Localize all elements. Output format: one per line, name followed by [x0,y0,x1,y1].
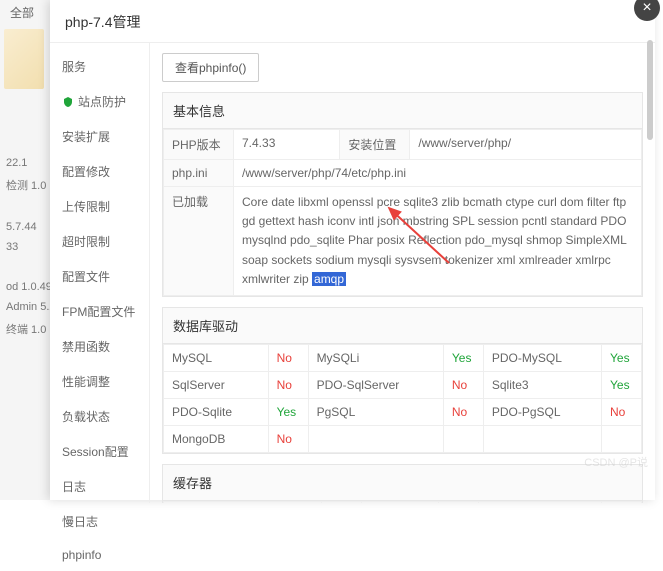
sidebar-item-label: 超时限制 [62,233,110,250]
driver-name: Zend OPcache [164,501,322,503]
driver-name [483,425,601,452]
driver-status [602,425,642,452]
value-loaded-extensions: Core date libxml openssl pcre sqlite3 zl… [234,187,642,296]
sidebar-item-label: 性能调整 [62,373,110,390]
sidebar: 服务站点防护安装扩展配置修改上传限制超时限制配置文件 FPM配置文件禁用函数性能调… [50,43,150,503]
driver-status: Yes [268,398,308,425]
driver-name: PDO-Sqlite [164,398,269,425]
driver-status: No [321,501,361,503]
sidebar-item-label: 配置文件 [62,268,110,285]
sidebar-item-性能调整[interactable]: 性能调整 [50,364,149,399]
sidebar-item-label: 配置修改 [62,163,110,180]
sidebar-item-站点防护[interactable]: 站点防护 [50,84,149,119]
sidebar-item-上传限制[interactable]: 上传限制 [50,189,149,224]
value-install-path: /www/server/php/ [410,130,642,160]
modal-title: php-7.4管理 [50,0,655,43]
sidebar-item-超时限制[interactable]: 超时限制 [50,224,149,259]
sidebar-item-label: 安装扩展 [62,128,110,145]
watermark: CSDN @P说 [584,454,648,470]
driver-name: MySQLi [308,344,443,371]
highlighted-ext-amqp: amqp [312,272,346,286]
driver-status: No [268,371,308,398]
section-title: 数据库驱动 [163,308,642,344]
driver-status: No [602,398,642,425]
scrollbar[interactable] [647,40,653,140]
php-manage-modal: × php-7.4管理 服务站点防护安装扩展配置修改上传限制超时限制配置文件FP… [50,0,655,500]
close-icon[interactable]: × [634,0,660,21]
shield-icon [62,96,74,108]
bg-thumbnail [4,29,44,89]
driver-status: No [268,344,308,371]
sidebar-item-label: 日志 [62,478,86,495]
sidebar-item-Session配置[interactable]: Session配置 [50,434,149,469]
driver-status [443,425,483,452]
driver-status: No [602,501,642,503]
driver-status: No [439,501,479,503]
driver-name: SqlServer [164,371,269,398]
sidebar-item-label: 慢日志 [62,513,98,530]
driver-status: Yes [602,344,642,371]
driver-status: No [443,371,483,398]
sidebar-item-label: 负载状态 [62,408,110,425]
label-install-path: 安装位置 [340,130,410,160]
driver-name [308,425,443,452]
sidebar-item-phpinfo[interactable]: phpinfo [50,539,149,571]
sidebar-item-禁用函数[interactable]: 禁用函数 [50,329,149,364]
driver-status: Yes [443,344,483,371]
sidebar-item-服务[interactable]: 服务 [50,49,149,84]
driver-name: PgSQL [308,398,443,425]
db-driver-section: 数据库驱动 MySQLNoMySQLiYesPDO-MySQLYesSqlSer… [162,307,643,454]
sidebar-item-负载状态[interactable]: 负载状态 [50,399,149,434]
driver-name: Memcache [479,501,602,503]
sidebar-item-安装扩展[interactable]: 安装扩展 [50,119,149,154]
driver-name: Sqlite3 [483,371,601,398]
driver-status: No [268,425,308,452]
ext-list: Core date libxml openssl pcre sqlite3 zl… [242,195,626,286]
sidebar-item-label: phpinfo [62,548,101,562]
view-phpinfo-button[interactable]: 查看phpinfo() [162,53,259,82]
driver-name: PDO-MySQL [483,344,601,371]
driver-status: No [443,398,483,425]
sidebar-item-配置文件[interactable]: 配置文件 [50,259,149,294]
sidebar-item-label: Session配置 [62,443,129,460]
sidebar-item-日志[interactable]: 日志 [50,469,149,504]
label-phpini: php.ini [164,160,234,187]
sidebar-item-FPM配置文件[interactable]: FPM配置文件 [50,294,149,329]
sidebar-item-label: 禁用函数 [62,338,110,355]
sidebar-item-慢日志[interactable]: 慢日志 [50,504,149,539]
label-loaded: 已加载 [164,187,234,296]
sidebar-item-label: 站点防护 [78,93,126,110]
sidebar-item-label: 服务 [62,58,86,75]
section-title: 基本信息 [163,93,642,129]
label-version: PHP版本 [164,130,234,160]
driver-name: Redis [361,501,438,503]
driver-name: MongoDB [164,425,269,452]
content-area: 查看phpinfo() 基本信息 PHP版本 7.4.33 安装位置 /www/… [150,43,655,503]
sidebar-item-label: FPM配置文件 [62,303,135,320]
sidebar-item-label: 上传限制 [62,198,110,215]
driver-name: PDO-PgSQL [483,398,601,425]
driver-status: Yes [602,371,642,398]
cache-section: 缓存器 Zend OPcacheNoRedisNoMemcacheNoMemca… [162,464,643,503]
section-title: 缓存器 [163,465,642,501]
value-version: 7.4.33 [234,130,340,160]
sidebar-item-配置修改[interactable]: 配置修改 [50,154,149,189]
driver-name: PDO-SqlServer [308,371,443,398]
basic-info-section: 基本信息 PHP版本 7.4.33 安装位置 /www/server/php/ … [162,92,643,297]
driver-name: MySQL [164,344,269,371]
value-phpini: /www/server/php/74/etc/php.ini [234,160,642,187]
